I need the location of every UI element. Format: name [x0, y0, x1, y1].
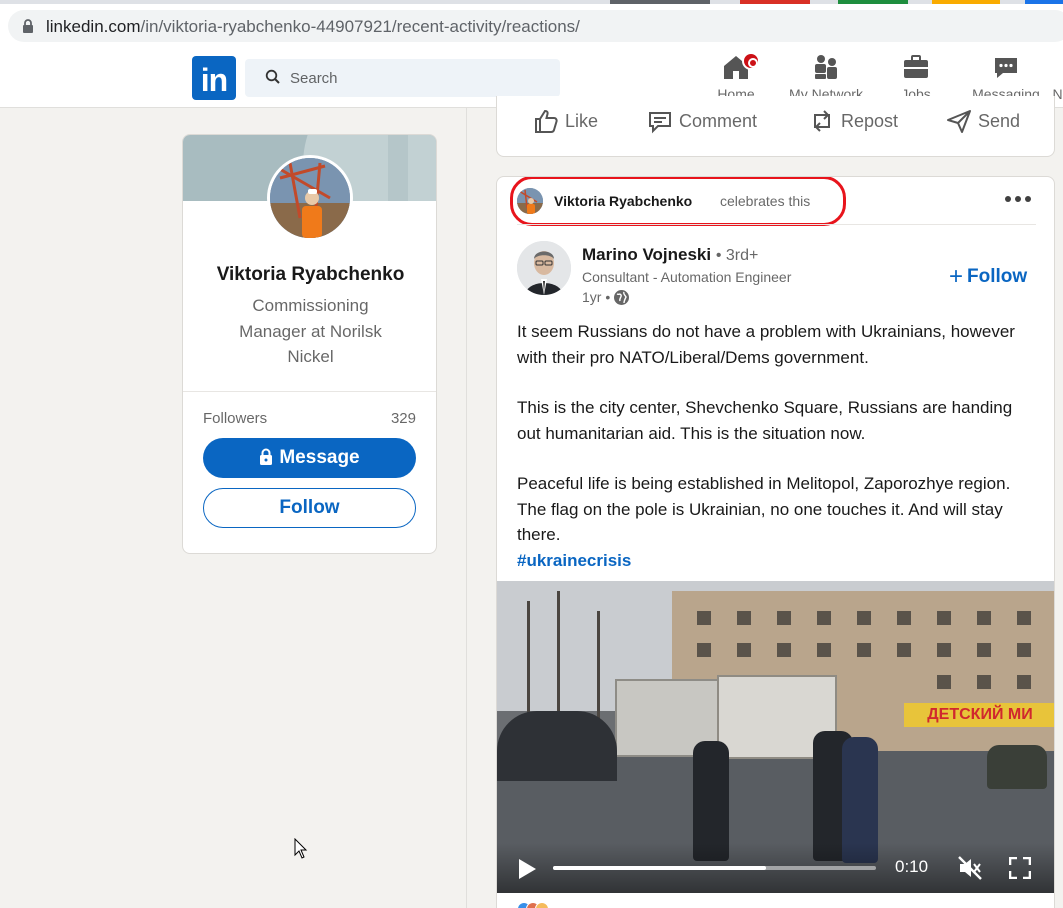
- message-button-label: Message: [279, 447, 360, 468]
- nav-my-network[interactable]: My Network: [784, 52, 868, 102]
- video-shop-sign: ДЕТСКИЙ МИ: [904, 703, 1054, 727]
- post-paragraph: It seem Russians do not have a problem w…: [517, 322, 1015, 367]
- nav-messaging[interactable]: Messaging: [968, 52, 1044, 102]
- follow-author-button[interactable]: + Follow: [949, 263, 1027, 291]
- previous-post-actions: Like Comment Repost Send: [496, 96, 1055, 157]
- follow-button[interactable]: Follow: [203, 488, 416, 528]
- hashtag-link[interactable]: #ukrainecrisis: [517, 551, 631, 570]
- avatar-photo: [270, 158, 350, 238]
- linkedin-logo[interactable]: in: [192, 56, 236, 100]
- nav-jobs[interactable]: Jobs: [896, 52, 936, 102]
- repost-button[interactable]: Repost: [809, 108, 898, 134]
- lock-icon: [260, 448, 273, 465]
- followers-count: 329: [390, 410, 416, 427]
- column-divider: [466, 108, 467, 908]
- connection-degree: • 3rd+: [715, 247, 759, 264]
- search-placeholder: Search: [290, 70, 338, 87]
- play-icon[interactable]: [517, 858, 537, 880]
- repost-icon: [814, 110, 830, 132]
- notifications-icon: [1052, 52, 1063, 82]
- send-button[interactable]: Send: [946, 108, 1020, 134]
- author-avatar[interactable]: [517, 241, 571, 295]
- post-paragraph: This is the city center, Shevchenko Squa…: [517, 398, 1013, 443]
- network-icon: [815, 55, 837, 79]
- red-annotation-outline: [510, 177, 846, 226]
- plus-icon: +: [949, 263, 964, 290]
- briefcase-icon: [904, 55, 928, 78]
- globe-icon: [614, 290, 630, 305]
- post-timestamp: 1yr •: [582, 289, 630, 306]
- post-body: It seem Russians do not have a problem w…: [517, 319, 1037, 573]
- message-button[interactable]: Message: [203, 438, 416, 478]
- search-icon: [265, 69, 280, 84]
- profile-headline: Commissioning Manager at Norilsk Nickel: [239, 296, 382, 366]
- nav-home[interactable]: Home: [712, 52, 760, 102]
- video-player[interactable]: ДЕТСКИЙ МИ 0:10: [497, 581, 1054, 893]
- notification-badge: [742, 52, 760, 70]
- feed-post: Viktoria Ryabchenko celebrates this Mari…: [496, 176, 1055, 908]
- search-input[interactable]: Search: [245, 59, 560, 97]
- avatar[interactable]: [267, 155, 353, 241]
- nav-notifications[interactable]: N: [1052, 52, 1063, 102]
- author-avatar-photo: [517, 241, 571, 295]
- send-icon: [947, 110, 971, 133]
- mouse-cursor-icon: [294, 838, 308, 859]
- video-controls: 0:10: [497, 843, 1054, 893]
- lock-icon: [23, 19, 33, 33]
- divider: [183, 391, 436, 392]
- comment-button[interactable]: Comment: [647, 108, 757, 134]
- video-time: 0:10: [895, 857, 929, 876]
- video-progress-bar[interactable]: [553, 866, 876, 870]
- fullscreen-icon[interactable]: [1009, 857, 1031, 879]
- divider: [517, 224, 1036, 225]
- url-field[interactable]: linkedin.com/in/viktoria-ryabchenko-4490…: [8, 10, 1063, 42]
- like-icon: [535, 109, 558, 133]
- more-options-icon[interactable]: [1005, 196, 1033, 204]
- like-button[interactable]: Like: [533, 108, 598, 134]
- author-title: Consultant - Automation Engineer: [582, 269, 792, 285]
- post-paragraph: Peaceful life is being established in Me…: [517, 474, 1011, 544]
- browser-address-bar: linkedin.com/in/viktoria-ryabchenko-4490…: [0, 4, 1063, 48]
- reaction-icons[interactable]: [517, 902, 557, 908]
- profile-name[interactable]: Viktoria Ryabchenko: [183, 264, 436, 286]
- muted-volume-icon[interactable]: [957, 855, 983, 881]
- url-text: linkedin.com/in/viktoria-ryabchenko-4490…: [46, 17, 580, 36]
- profile-card: Viktoria Ryabchenko Commissioning Manage…: [182, 134, 437, 554]
- followers-label: Followers: [203, 410, 268, 427]
- comment-icon: [649, 112, 671, 134]
- author-name[interactable]: Marino Vojneski • 3rd+: [582, 245, 758, 265]
- messaging-icon: [995, 58, 1017, 78]
